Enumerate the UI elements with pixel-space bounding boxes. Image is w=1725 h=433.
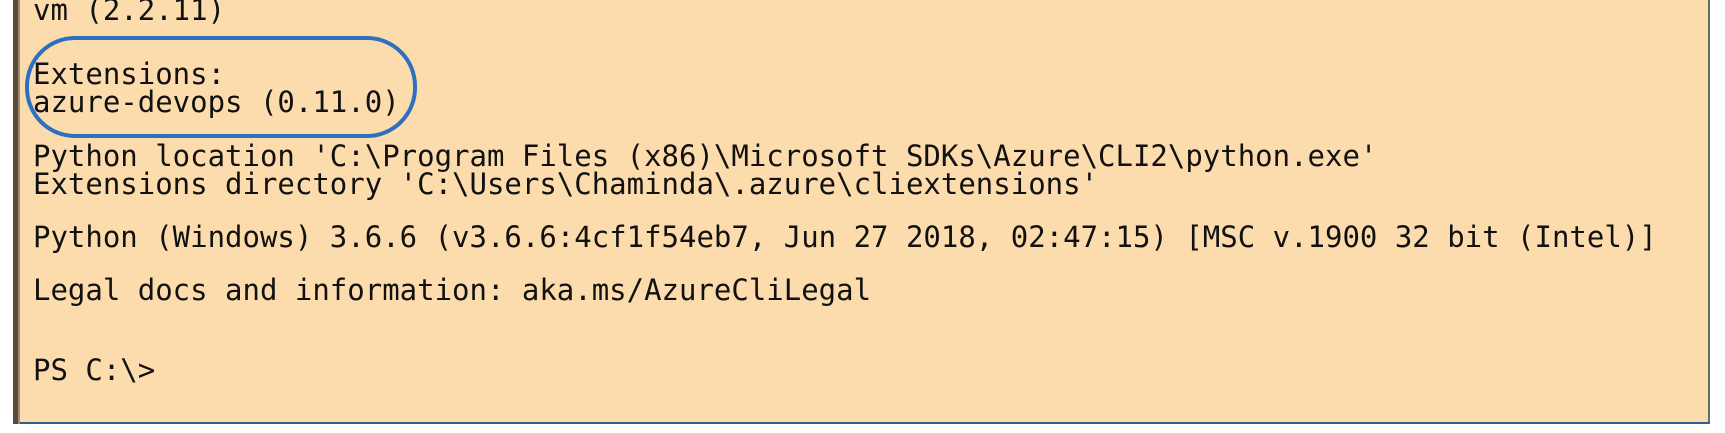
output-line-legal-docs: Legal docs and information: aka.ms/Azure… [33, 273, 872, 307]
terminal-window[interactable]: vm (2.2.11) Extensions: azure-devops (0.… [13, 0, 1710, 424]
output-line-python-version: Python (Windows) 3.6.6 (v3.6.6:4cf1f54eb… [33, 220, 1657, 254]
output-line-vm-version: vm (2.2.11) [33, 0, 226, 27]
output-line-extensions-directory: Extensions directory 'C:\Users\Chaminda\… [33, 167, 1099, 201]
terminal-left-border-inner [18, 0, 20, 424]
extensions-highlight-ring [25, 36, 417, 138]
screenshot-frame: vm (2.2.11) Extensions: azure-devops (0.… [0, 0, 1725, 433]
powershell-prompt[interactable]: PS C:\> [33, 354, 155, 386]
